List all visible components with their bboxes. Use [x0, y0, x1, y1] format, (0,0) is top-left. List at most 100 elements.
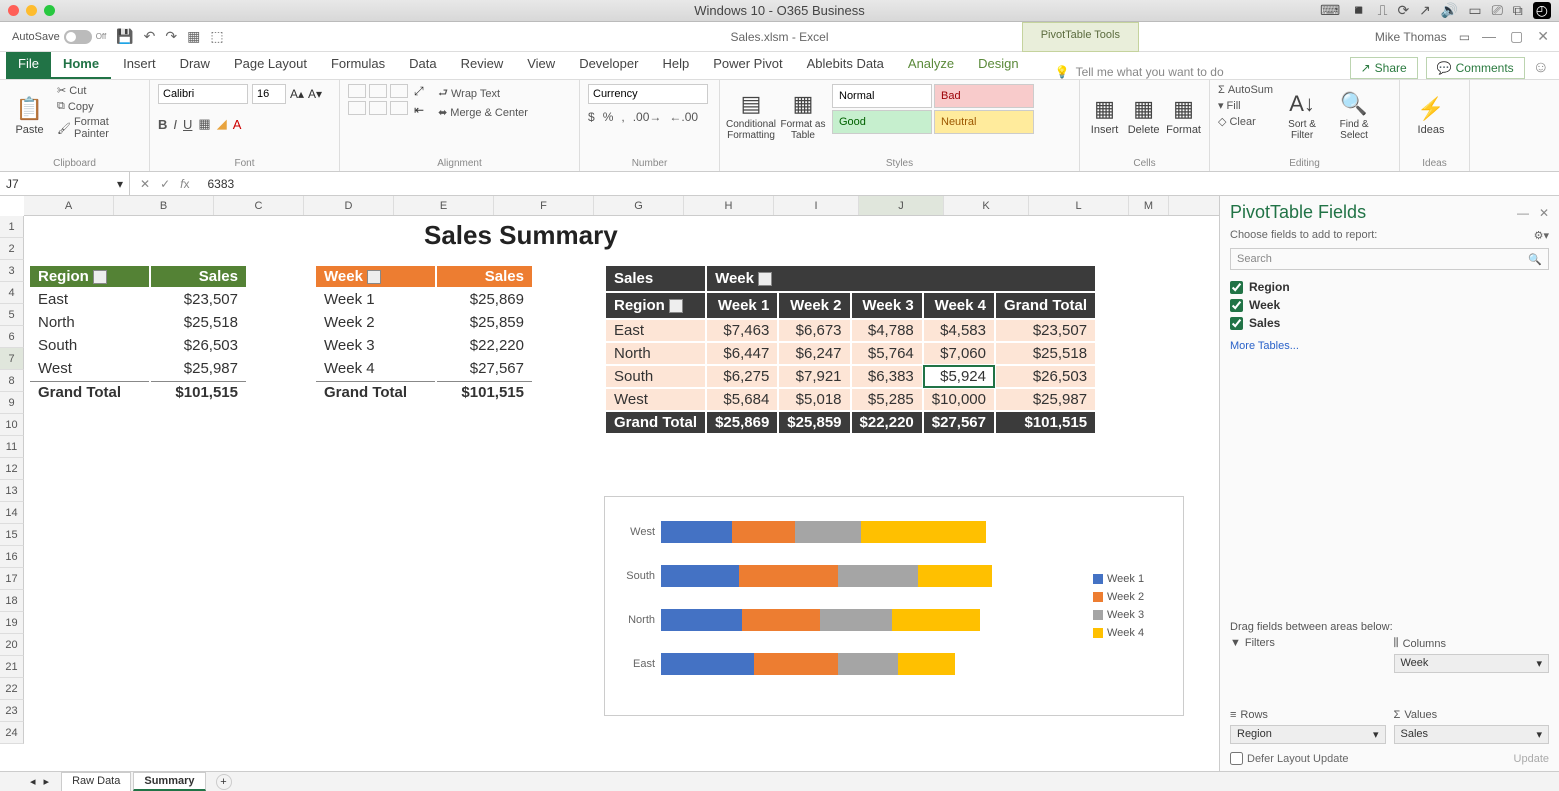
row-header-21[interactable]: 21: [0, 656, 24, 678]
ribbon-tab-insert[interactable]: Insert: [111, 50, 168, 79]
table-row[interactable]: North: [30, 312, 149, 333]
field-check-week[interactable]: [1230, 299, 1243, 312]
cell-style-neutral[interactable]: Neutral: [934, 110, 1034, 134]
table-row[interactable]: South: [30, 335, 149, 356]
align-left[interactable]: [348, 101, 366, 115]
worksheet-grid[interactable]: ABCDEFGHIJKLM 12345678910111213141516171…: [0, 196, 1219, 771]
increase-font-icon[interactable]: A▴: [290, 87, 304, 101]
col-header-H[interactable]: H: [684, 196, 774, 215]
table-row[interactable]: East: [30, 289, 149, 310]
row-header-7[interactable]: 7: [0, 348, 24, 370]
enter-formula-icon[interactable]: ✓: [160, 177, 170, 191]
row-header-4[interactable]: 4: [0, 282, 24, 304]
gear-icon[interactable]: ⚙▾: [1534, 229, 1549, 242]
merge-center-button[interactable]: ⬌ Merge & Center: [438, 106, 528, 119]
underline-button[interactable]: U: [183, 117, 192, 132]
wrap-text-button[interactable]: ⮐ Wrap Text: [438, 84, 528, 103]
ideas-button[interactable]: ⚡Ideas: [1408, 84, 1454, 148]
format-cells-button[interactable]: ▦Format: [1166, 84, 1201, 148]
field-region[interactable]: Region: [1230, 278, 1549, 296]
share-button[interactable]: ↗Share: [1350, 57, 1418, 79]
cut-button[interactable]: ✂ Cut: [57, 84, 141, 97]
ribbon-tab-page-layout[interactable]: Page Layout: [222, 50, 319, 79]
field-sales[interactable]: Sales: [1230, 314, 1549, 332]
pivot-region-table[interactable]: RegionSales East$23,507North$25,518South…: [28, 264, 248, 405]
sheet-tab-raw-data[interactable]: Raw Data: [61, 772, 131, 791]
rows-field-region[interactable]: Region▾: [1230, 725, 1386, 744]
ribbon-tab-draw[interactable]: Draw: [168, 50, 222, 79]
legend-week-3[interactable]: Week 3: [1093, 609, 1173, 621]
filters-area[interactable]: ▼Filters: [1230, 637, 1386, 699]
cross-region-dropdown[interactable]: [669, 299, 683, 313]
field-check-region[interactable]: [1230, 281, 1243, 294]
ribbon-tab-analyze[interactable]: Analyze: [896, 50, 966, 79]
col-header-B[interactable]: B: [114, 196, 214, 215]
window-minimize[interactable]: —: [1482, 28, 1496, 45]
table-row[interactable]: Week 1: [316, 289, 435, 310]
col-header-F[interactable]: F: [494, 196, 594, 215]
ribbon-tab-data[interactable]: Data: [397, 50, 448, 79]
row-header-22[interactable]: 22: [0, 678, 24, 700]
col-header-D[interactable]: D: [304, 196, 394, 215]
clear-button[interactable]: ◇ Clear: [1218, 115, 1273, 128]
row-header-6[interactable]: 6: [0, 326, 24, 348]
pivot-cross-table[interactable]: SalesWeek RegionWeek 1Week 2Week 3Week 4…: [604, 264, 1097, 435]
user-name[interactable]: Mike Thomas: [1375, 30, 1447, 44]
field-check-sales[interactable]: [1230, 317, 1243, 330]
window-close[interactable]: ✕: [1537, 28, 1549, 45]
font-name-select[interactable]: [158, 84, 248, 104]
ribbon-tab-developer[interactable]: Developer: [567, 50, 650, 79]
number-format-select[interactable]: [588, 84, 708, 104]
row-header-3[interactable]: 3: [0, 260, 24, 282]
col-header-E[interactable]: E: [394, 196, 494, 215]
table-row[interactable]: Week 4: [316, 358, 435, 379]
col-header-I[interactable]: I: [774, 196, 859, 215]
align-bottom[interactable]: [390, 84, 408, 98]
autosum-button[interactable]: Σ AutoSum: [1218, 84, 1273, 96]
field-search-input[interactable]: Search🔍: [1230, 248, 1549, 270]
window-maximize[interactable]: ▢: [1510, 28, 1523, 45]
columns-field-week[interactable]: Week▾: [1394, 654, 1550, 673]
week-filter-dropdown[interactable]: [367, 270, 381, 284]
col-header-K[interactable]: K: [944, 196, 1029, 215]
rows-area[interactable]: ≡Rows Region▾: [1230, 709, 1386, 744]
sort-filter-button[interactable]: A↓Sort & Filter: [1279, 84, 1325, 148]
row-header-9[interactable]: 9: [0, 392, 24, 414]
cell-style-good[interactable]: Good: [832, 110, 932, 134]
conditional-formatting-button[interactable]: ▤Conditional Formatting: [728, 84, 774, 148]
row-header-17[interactable]: 17: [0, 568, 24, 590]
bold-button[interactable]: B: [158, 117, 167, 132]
copy-button[interactable]: ⧉ Copy: [57, 100, 141, 113]
field-week[interactable]: Week: [1230, 296, 1549, 314]
format-painter-button[interactable]: 🖌 Format Painter: [57, 116, 141, 140]
legend-week-1[interactable]: Week 1: [1093, 573, 1173, 585]
fill-color-button[interactable]: ◢: [217, 116, 227, 132]
orientation-button[interactable]: ⤢: [414, 84, 424, 99]
col-header-C[interactable]: C: [214, 196, 304, 215]
row-header-8[interactable]: 8: [0, 370, 24, 392]
comments-button[interactable]: 💬Comments: [1426, 57, 1525, 79]
row-header-18[interactable]: 18: [0, 590, 24, 612]
more-tables-link[interactable]: More Tables...: [1230, 340, 1549, 352]
legend-week-2[interactable]: Week 2: [1093, 591, 1173, 603]
comma-button[interactable]: ,: [621, 110, 624, 124]
table-row[interactable]: West: [30, 358, 149, 379]
decrease-decimal[interactable]: ←.00: [669, 110, 698, 124]
col-header-L[interactable]: L: [1029, 196, 1129, 215]
cell-style-bad[interactable]: Bad: [934, 84, 1034, 108]
smiley-icon[interactable]: ☺: [1533, 59, 1549, 77]
row-header-14[interactable]: 14: [0, 502, 24, 524]
align-right[interactable]: [390, 101, 408, 115]
row-header-15[interactable]: 15: [0, 524, 24, 546]
find-select-button[interactable]: 🔍Find & Select: [1331, 84, 1377, 148]
pivot-chart[interactable]: WestSouthNorthEast Week 1Week 2Week 3Wee…: [604, 496, 1184, 716]
row-header-5[interactable]: 5: [0, 304, 24, 326]
align-center[interactable]: [369, 101, 387, 115]
col-header-J[interactable]: J: [859, 196, 944, 215]
legend-week-4[interactable]: Week 4: [1093, 627, 1173, 639]
row-header-2[interactable]: 2: [0, 238, 24, 260]
row-header-12[interactable]: 12: [0, 458, 24, 480]
fill-button[interactable]: ▾ Fill: [1218, 99, 1273, 112]
table-row[interactable]: Week 2: [316, 312, 435, 333]
new-sheet-button[interactable]: +: [216, 774, 232, 790]
